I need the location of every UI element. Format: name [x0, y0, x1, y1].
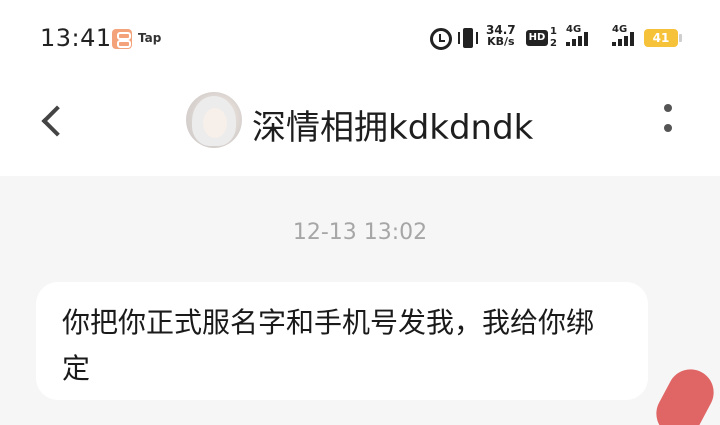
- message-timestamp: 12-13 13:02: [292, 220, 428, 245]
- signal-icon: [566, 32, 594, 46]
- more-button[interactable]: [656, 100, 680, 144]
- network-speed: 34.7 KB/s: [486, 24, 516, 48]
- more-vertical-icon: [664, 104, 672, 112]
- alarm-icon: [430, 28, 452, 50]
- sim-index: 1 2: [550, 26, 557, 49]
- contact-name: 深情相拥kdkdndk: [252, 108, 534, 148]
- status-bar: 13:41 Tap 34.7 KB/s HD 1 2 4G 4G 41: [0, 0, 720, 80]
- floating-handle[interactable]: [648, 361, 720, 425]
- message-bubble[interactable]: 你把你正式服名字和手机号发我，我给你绑定: [36, 282, 648, 400]
- hd-icon: HD: [526, 30, 548, 46]
- chat-header: 深情相拥kdkdndk: [0, 80, 720, 176]
- back-button[interactable]: [32, 100, 72, 140]
- status-icons: 34.7 KB/s HD 1 2 4G 4G 41: [430, 24, 682, 54]
- signal-icon-2: [612, 32, 636, 46]
- network-speed-unit: KB/s: [487, 35, 515, 48]
- vibrate-icon: [456, 28, 480, 50]
- tap-app-icon: [112, 29, 132, 49]
- battery-icon: 41: [644, 29, 682, 47]
- message-text: 你把你正式服名字和手机号发我，我给你绑定: [62, 306, 595, 385]
- tap-app-label: Tap: [138, 31, 162, 45]
- status-time: 13:41: [40, 24, 112, 52]
- avatar[interactable]: [186, 92, 242, 148]
